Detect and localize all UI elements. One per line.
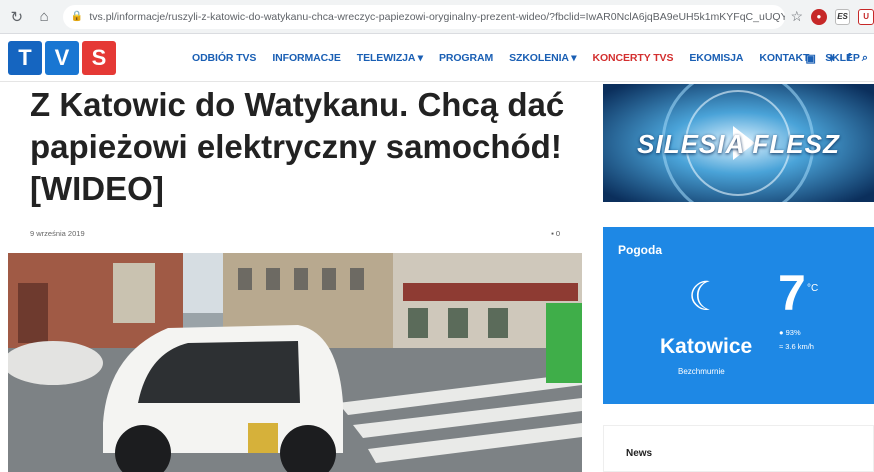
humidity-icon: ●: [779, 328, 784, 337]
menu-kontakt[interactable]: KONTAKT: [759, 52, 809, 64]
weather-city: Katowice: [660, 335, 753, 358]
silesia-flesz-banner[interactable]: SILESIA FLESZ: [603, 84, 874, 202]
comment-icon: ▪: [551, 229, 554, 238]
home-icon[interactable]: ⌂: [33, 6, 54, 28]
article-meta: 9 września 2019 ▪ 0: [30, 229, 560, 241]
url-text: tvs.pl/informacje/ruszyli-z-katowic-do-w…: [89, 10, 785, 23]
lock-icon: 🔒: [70, 11, 84, 22]
menu-szkolenia[interactable]: SZKOLENIA ▾: [509, 52, 576, 64]
extension-es-icon[interactable]: ES: [834, 8, 851, 25]
article-date: 9 września 2019: [30, 229, 85, 238]
youtube-icon[interactable]: ▣: [806, 52, 816, 65]
temperature-value: 7: [778, 265, 806, 321]
social-icons: ▣ ✦ f ⌕: [806, 34, 868, 82]
twitter-icon[interactable]: ✦: [827, 52, 836, 65]
humidity-row: ● 93%: [779, 328, 801, 337]
weather-description: Bezchmurnie: [678, 367, 725, 376]
temperature-unit: °C: [807, 283, 819, 294]
extension-u-icon[interactable]: U: [858, 8, 874, 25]
menu-odbior-tvs[interactable]: ODBIÓR TVS: [192, 52, 256, 64]
menu-telewizja[interactable]: TELEWIZJA ▾: [357, 52, 423, 64]
wind-value: 3.6 km/h: [785, 342, 814, 351]
article-title: Z Katowic do Watykanu. Chcą dać papieżow…: [30, 86, 565, 207]
browser-address-bar: ↻ ⌂ 🔒 tvs.pl/informacje/ruszyli-z-katowi…: [0, 0, 874, 34]
site-header: T V S ODBIÓR TVS INFORMACJE TELEWIZJA ▾ …: [0, 34, 874, 82]
logo-letter-v: V: [45, 41, 79, 75]
article-photo[interactable]: [8, 253, 582, 472]
wind-row: ≈ 3.6 km/h: [779, 342, 814, 351]
tvs-logo[interactable]: T V S: [8, 41, 116, 75]
url-field[interactable]: 🔒 tvs.pl/informacje/ruszyli-z-katowic-do…: [62, 4, 785, 29]
menu-koncerty-tvs[interactable]: KONCERTY TVS: [592, 52, 673, 64]
bookmark-star-icon[interactable]: ☆: [791, 8, 804, 25]
weather-widget: Pogoda ☾ 7 °C ● 93% ≈ 3.6 km/h Katowice …: [603, 227, 874, 404]
weather-title: Pogoda: [618, 243, 662, 257]
menu-informacje[interactable]: INFORMACJE: [272, 52, 341, 64]
facebook-icon[interactable]: f: [847, 52, 851, 64]
extension-icon[interactable]: ●: [811, 8, 827, 25]
menu-ekomisja[interactable]: EKOMISJA: [689, 52, 743, 64]
moon-icon: ☾: [688, 275, 724, 319]
humidity-value: 93%: [785, 328, 801, 337]
news-title: News: [626, 448, 653, 459]
wind-icon: ≈: [779, 342, 784, 351]
logo-letter-s: S: [82, 41, 116, 75]
main-menu: ODBIÓR TVS INFORMACJE TELEWIZJA ▾ PROGRA…: [192, 34, 860, 82]
news-widget: News: [603, 425, 874, 472]
logo-letter-t: T: [8, 41, 42, 75]
comments-number: 0: [555, 229, 560, 238]
menu-program[interactable]: PROGRAM: [439, 52, 493, 64]
reload-icon[interactable]: ↻: [6, 6, 27, 28]
comments-count[interactable]: ▪ 0: [551, 229, 560, 238]
street-scene-image: [8, 253, 582, 472]
banner-title: SILESIA FLESZ: [637, 129, 840, 159]
search-icon[interactable]: ⌕: [862, 52, 868, 65]
